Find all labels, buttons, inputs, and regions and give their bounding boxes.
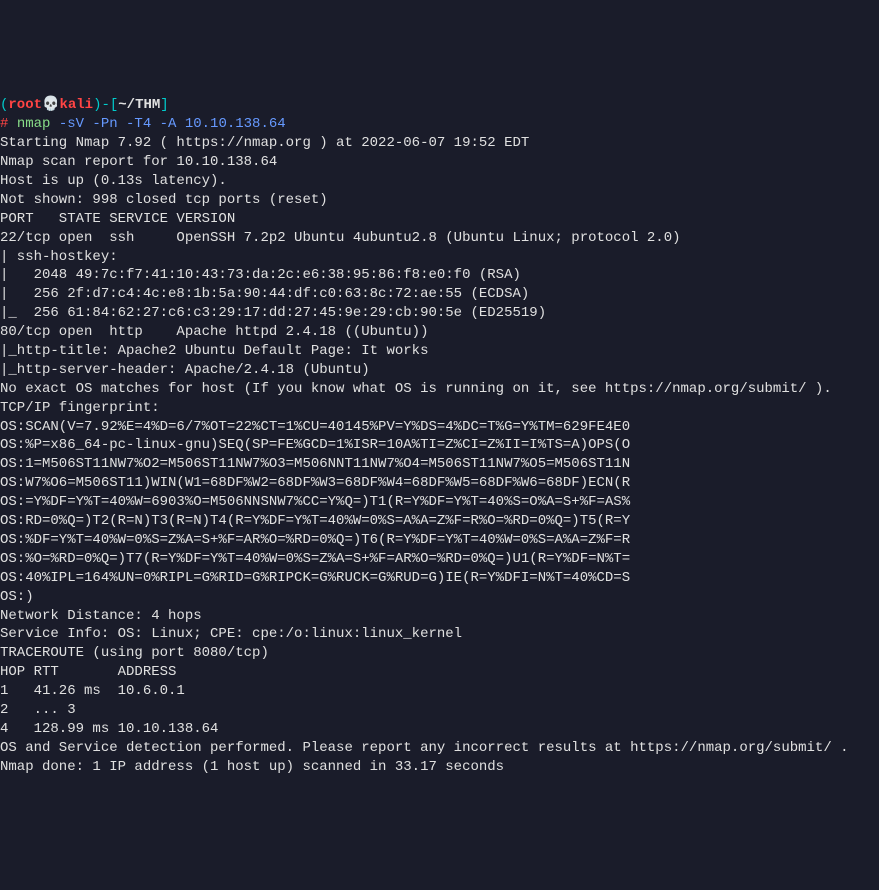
os-fp-5: OS:=Y%DF=Y%T=40%W=6903%O=M506NNSNW7%CC=Y… <box>0 493 879 512</box>
ssh-hostkey: | ssh-hostkey: <box>0 248 879 267</box>
prompt-close: )- <box>93 97 110 113</box>
hop-1: 1 41.26 ms 10.6.0.1 <box>0 682 879 701</box>
os-fp-3: OS:1=M506ST11NW7%O2=M506ST11NW7%O3=M506N… <box>0 455 879 474</box>
prompt-path: ~/THM <box>118 97 160 113</box>
os-match: No exact OS matches for host (If you kno… <box>0 380 879 399</box>
http-server: |_http-server-header: Apache/2.4.18 (Ubu… <box>0 361 879 380</box>
http-title: |_http-title: Apache2 Ubuntu Default Pag… <box>0 342 879 361</box>
rsa-key: | 2048 49:7c:f7:41:10:43:73:da:2c:e6:38:… <box>0 266 879 285</box>
network-distance: Network Distance: 4 hops <box>0 607 879 626</box>
prompt-user: root <box>8 97 42 113</box>
os-fp-6: OS:RD=0%Q=)T2(R=N)T3(R=N)T4(R=Y%DF=Y%T=4… <box>0 512 879 531</box>
ed25519-key: |_ 256 61:84:62:27:c6:c3:29:17:dd:27:45:… <box>0 304 879 323</box>
hop-4: 4 128.99 ms 10.10.138.64 <box>0 720 879 739</box>
host-up: Host is up (0.13s latency). <box>0 172 879 191</box>
scan-report: Nmap scan report for 10.10.138.64 <box>0 153 879 172</box>
nmap-start: Starting Nmap 7.92 ( https://nmap.org ) … <box>0 134 879 153</box>
fingerprint-header: TCP/IP fingerprint: <box>0 399 879 418</box>
os-fp-10: OS:) <box>0 588 879 607</box>
hop-2: 2 ... 3 <box>0 701 879 720</box>
detection-performed: OS and Service detection performed. Plea… <box>0 739 879 758</box>
port-header: PORT STATE SERVICE VERSION <box>0 210 879 229</box>
nmap-done: Nmap done: 1 IP address (1 host up) scan… <box>0 758 879 777</box>
path-close: ] <box>160 97 168 113</box>
not-shown: Not shown: 998 closed tcp ports (reset) <box>0 191 879 210</box>
hop-header: HOP RTT ADDRESS <box>0 663 879 682</box>
shell-prompt: (root💀kali)-[~/THM] <box>0 97 169 113</box>
os-fp-1: OS:SCAN(V=7.92%E=4%D=6/7%OT=22%CT=1%CU=4… <box>0 418 879 437</box>
os-fp-2: OS:%P=x86_64-pc-linux-gnu)SEQ(SP=FE%GCD=… <box>0 436 879 455</box>
os-fp-8: OS:%O=%RD=0%Q=)T7(R=Y%DF=Y%T=40%W=0%S=Z%… <box>0 550 879 569</box>
terminal-output[interactable]: (root💀kali)-[~/THM] # nmap -sV -Pn -T4 -… <box>0 78 879 796</box>
os-fp-4: OS:W7%O6=M506ST11)WIN(W1=68DF%W2=68DF%W3… <box>0 474 879 493</box>
command-args: -sV -Pn -T4 -A 10.10.138.64 <box>50 116 285 132</box>
os-fp-9: OS:40%IPL=164%UN=0%RIPL=G%RID=G%RIPCK=G%… <box>0 569 879 588</box>
prompt-host: kali <box>59 97 93 113</box>
command-line[interactable]: # nmap -sV -Pn -T4 -A 10.10.138.64 <box>0 116 286 132</box>
ecdsa-key: | 256 2f:d7:c4:4c:e8:1b:5a:90:44:df:c0:6… <box>0 285 879 304</box>
traceroute-header: TRACEROUTE (using port 8080/tcp) <box>0 644 879 663</box>
service-info: Service Info: OS: Linux; CPE: cpe:/o:lin… <box>0 625 879 644</box>
port-80: 80/tcp open http Apache httpd 2.4.18 ((U… <box>0 323 879 342</box>
os-fp-7: OS:%DF=Y%T=40%W=0%S=Z%A=S+%F=AR%O=%RD=0%… <box>0 531 879 550</box>
port-22: 22/tcp open ssh OpenSSH 7.2p2 Ubuntu 4ub… <box>0 229 879 248</box>
command-name: nmap <box>17 116 51 132</box>
skull-icon: 💀 <box>42 97 59 113</box>
prompt-hash: # <box>0 116 17 132</box>
